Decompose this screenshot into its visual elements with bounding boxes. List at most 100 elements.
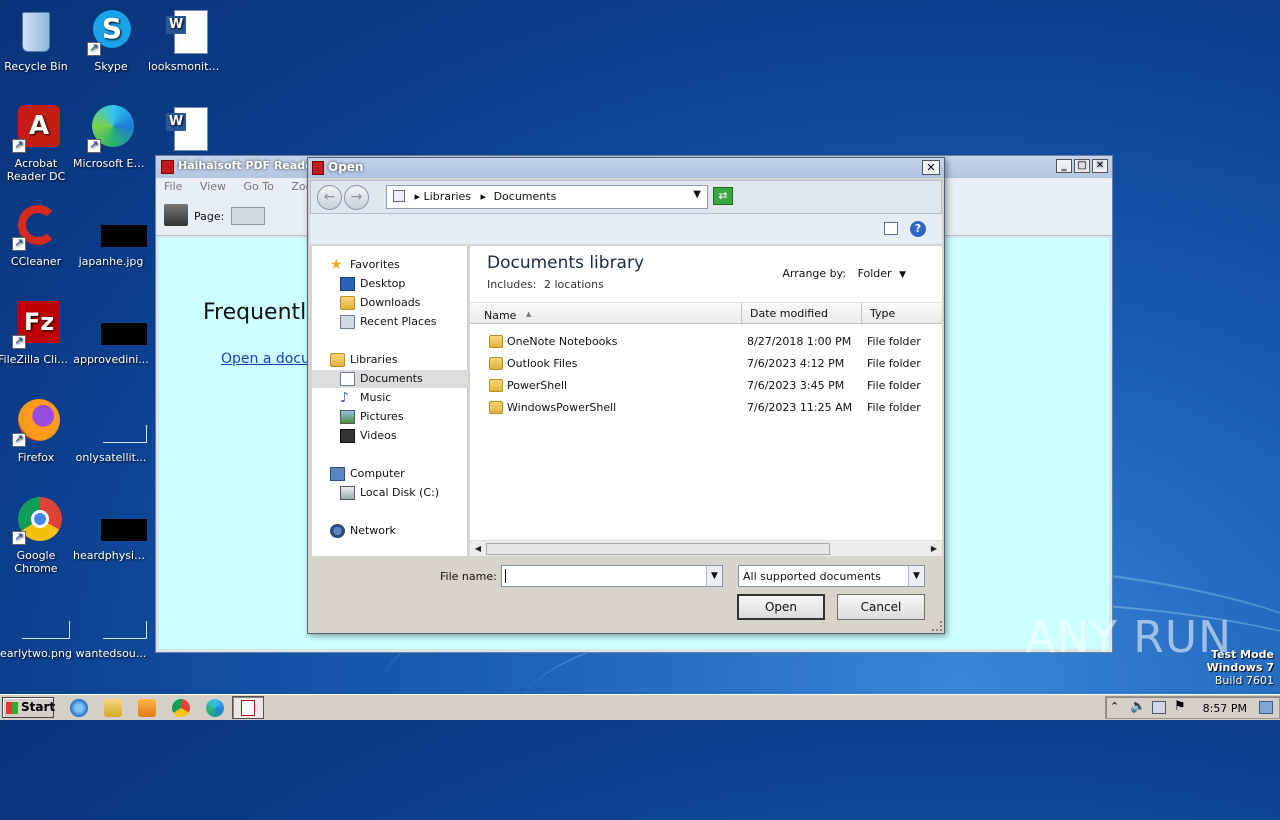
desktop-icon-label: Recycle Bin <box>4 60 68 73</box>
media-player-icon[interactable] <box>138 699 156 717</box>
refresh-icon[interactable]: ⇄ <box>713 187 733 205</box>
nav-label: Libraries <box>350 353 398 366</box>
file-type-filter[interactable]: All supported documents ▼ <box>738 565 925 587</box>
nav-downloads[interactable]: Downloads <box>340 294 420 312</box>
nav-videos[interactable]: Videos <box>340 427 397 445</box>
file-icon <box>12 595 70 643</box>
taskbar-pdf-reader-button[interactable] <box>232 696 264 719</box>
desktop-icon-approvedini[interactable]: approvedini... <box>73 301 149 366</box>
maximize-button[interactable]: □ <box>1074 159 1090 173</box>
dialog-titlebar[interactable]: Open ✕ <box>308 158 944 178</box>
word-document-icon: W <box>162 8 210 56</box>
nav-local-disk[interactable]: Local Disk (C:) <box>340 484 439 502</box>
show-hidden-icons-icon[interactable]: ⌃ <box>1110 700 1119 713</box>
text-caret <box>505 569 506 583</box>
desktop-icon-chrome[interactable]: Google Chrome <box>0 497 74 575</box>
nav-libraries[interactable]: Libraries <box>330 351 398 369</box>
nav-pictures[interactable]: Pictures <box>340 408 404 426</box>
desktop-icon-acrobat[interactable]: A Acrobat Reader DC <box>0 105 74 183</box>
desktop-icon-firefox[interactable]: Firefox <box>0 399 74 464</box>
show-desktop-icon[interactable] <box>1259 701 1273 714</box>
address-bar[interactable]: ▸ Libraries ▸ Documents ▼ <box>386 185 708 209</box>
desktop-icon-recycle-bin[interactable]: Recycle Bin <box>0 8 74 73</box>
nav-recent-places[interactable]: Recent Places <box>340 313 437 331</box>
chevron-down-icon[interactable]: ▼ <box>693 189 701 200</box>
arrange-by-dropdown[interactable]: Folder <box>858 267 892 280</box>
folder-icon <box>489 357 503 370</box>
scroll-left-icon[interactable]: ◀ <box>471 542 485 556</box>
menu-goto[interactable]: Go To <box>244 180 274 193</box>
open-button[interactable]: Open <box>737 594 825 620</box>
file-name-input[interactable]: ▼ <box>501 565 723 587</box>
forward-button[interactable]: → <box>344 185 369 210</box>
chrome-icon[interactable] <box>172 699 190 717</box>
file-row[interactable]: PowerShell 7/6/2023 3:45 PM File folder <box>470 375 942 397</box>
filezilla-icon: Fz <box>12 301 60 349</box>
column-name[interactable]: Name ▲ <box>476 303 742 325</box>
desktop-icon-label: looksmonito... <box>148 60 224 73</box>
print-icon[interactable] <box>164 204 188 226</box>
chevron-down-icon[interactable]: ▼ <box>899 270 906 280</box>
edge-icon[interactable] <box>206 699 224 717</box>
column-type[interactable]: Type <box>862 303 942 325</box>
taskbar-clock[interactable]: 8:57 PM <box>1203 702 1247 715</box>
nav-label: Local Disk (C:) <box>360 486 440 499</box>
desktop-icon-onlysatellit[interactable]: onlysatellit... <box>73 399 149 464</box>
nav-music[interactable]: ♪ Music <box>340 389 391 407</box>
word-document-icon: W <box>162 105 210 153</box>
nav-network[interactable]: Network <box>330 522 396 540</box>
folder-icon <box>489 335 503 348</box>
desktop-icon-wantedsou[interactable]: wantedsou... <box>73 595 149 660</box>
internet-explorer-icon[interactable] <box>70 699 88 717</box>
shortcut-arrow-icon <box>12 138 26 153</box>
file-name-label: File name: <box>440 570 497 583</box>
preview-pane-icon[interactable] <box>884 222 898 235</box>
nav-label: Favorites <box>350 258 400 271</box>
desktop-icon-looksmonito[interactable]: W looksmonito... <box>148 8 224 73</box>
page-input[interactable] <box>231 207 265 225</box>
nav-computer[interactable]: Computer <box>330 465 405 483</box>
libraries-icon <box>330 353 345 367</box>
nav-documents[interactable]: Documents <box>312 370 468 388</box>
file-row[interactable]: OneNote Notebooks 8/27/2018 1:00 PM File… <box>470 331 942 353</box>
desktop-icon-word-doc[interactable]: W <box>148 105 224 157</box>
includes-locations-link[interactable]: 2 locations <box>544 278 604 291</box>
file-row[interactable]: WindowsPowerShell 7/6/2023 11:25 AM File… <box>470 397 942 419</box>
column-date-modified[interactable]: Date modified <box>742 303 862 325</box>
close-button[interactable]: ✕ <box>1092 159 1108 173</box>
file-explorer-icon[interactable] <box>104 699 122 717</box>
horizontal-scrollbar[interactable]: ◀ ▶ <box>470 540 942 556</box>
action-center-flag-icon[interactable]: ⚑ <box>1174 699 1186 714</box>
arrange-by-label: Arrange by: <box>782 267 847 280</box>
desktop-icon-ccleaner[interactable]: CCleaner <box>0 203 74 268</box>
desktop-icon-edge[interactable]: Microsoft Edge <box>73 105 149 170</box>
cancel-button[interactable]: Cancel <box>837 594 925 620</box>
resize-grip-icon[interactable] <box>932 621 942 631</box>
volume-icon[interactable]: 🔈 <box>1130 699 1146 714</box>
open-dialog: Open ✕ ← → ▸ Libraries ▸ Documents ▼ ⇄ ?… <box>307 157 945 634</box>
desktop-icon-heardphysic[interactable]: heardphysic... <box>73 497 149 562</box>
nav-label: Pictures <box>360 410 404 423</box>
file-row[interactable]: Outlook Files 7/6/2023 4:12 PM File fold… <box>470 353 942 375</box>
minimize-button[interactable]: _ <box>1056 159 1072 173</box>
nav-desktop[interactable]: Desktop <box>340 275 405 293</box>
shortcut-arrow-icon <box>12 236 26 251</box>
breadcrumb-documents[interactable]: Documents <box>494 190 557 203</box>
start-button[interactable]: Start <box>2 697 55 718</box>
close-button[interactable]: ✕ <box>922 160 940 175</box>
network-tray-icon[interactable] <box>1152 701 1166 714</box>
menu-view[interactable]: View <box>200 180 226 193</box>
desktop-icon-japanhe[interactable]: japanhe.jpg <box>73 203 149 268</box>
chevron-down-icon[interactable]: ▼ <box>706 566 722 586</box>
nav-favorites[interactable]: ★ Favorites <box>330 256 400 274</box>
back-button[interactable]: ← <box>317 185 342 210</box>
desktop-icon-earlytwo[interactable]: earlytwo.png <box>0 595 74 660</box>
menu-file[interactable]: File <box>164 180 182 193</box>
help-icon[interactable]: ? <box>910 221 926 237</box>
scrollbar-thumb[interactable] <box>486 543 830 555</box>
desktop-icon-skype[interactable]: S Skype <box>73 8 149 73</box>
scroll-right-icon[interactable]: ▶ <box>927 542 941 556</box>
breadcrumb-libraries[interactable]: Libraries <box>424 190 472 203</box>
chevron-down-icon[interactable]: ▼ <box>908 566 924 586</box>
desktop-icon-filezilla[interactable]: Fz FileZilla Client <box>0 301 74 366</box>
